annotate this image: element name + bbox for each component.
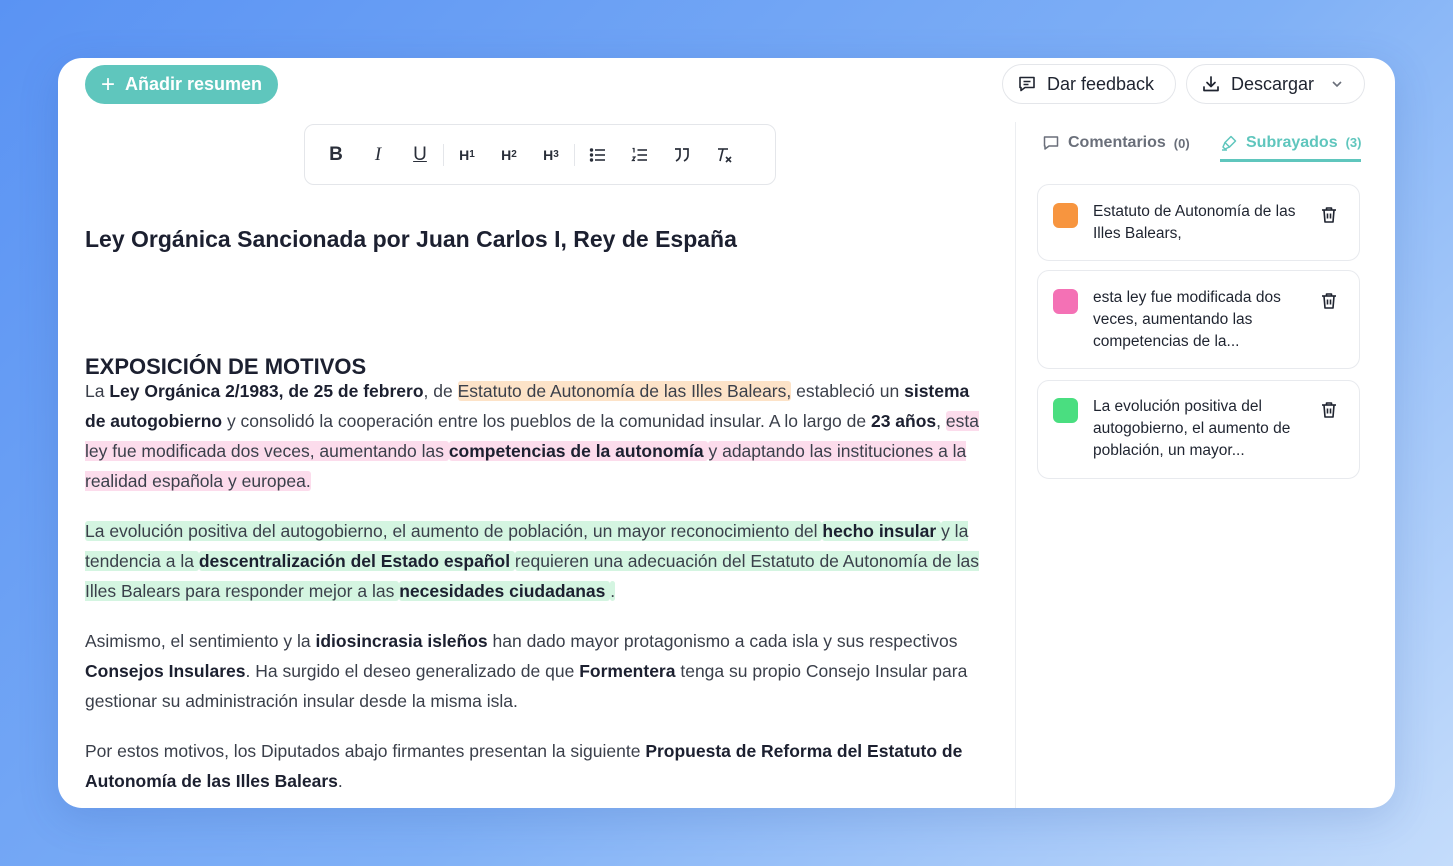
paragraph: Asimismo, el sentimiento y la idiosincra… [85, 631, 968, 711]
tab-count: (3) [1345, 135, 1362, 150]
highlight-green[interactable]: necesidades ciudadanas [399, 581, 611, 601]
highlight-green[interactable]: hecho insular [822, 521, 942, 541]
format-toolbar: B I U H1 H2 H3 [304, 124, 776, 185]
paragraph: La evolución positiva del autogobierno, … [85, 516, 990, 606]
feedback-label: Dar feedback [1047, 73, 1155, 94]
clear-format-icon [718, 147, 732, 163]
tab-highlights[interactable]: Subrayados (3) [1220, 126, 1362, 162]
numbered-list-icon [631, 147, 647, 161]
tab-comments[interactable]: Comentarios (0) [1042, 126, 1190, 160]
comment-icon [1043, 136, 1059, 150]
highlight-pink[interactable]: competencias de la autonomía [448, 441, 709, 461]
plus-icon: + [101, 70, 116, 98]
message-icon [1019, 76, 1035, 92]
trash-icon[interactable] [1319, 400, 1339, 420]
italic-button[interactable]: I [357, 134, 399, 176]
toolbar-divider [574, 143, 575, 166]
bullet-list-button[interactable] [577, 134, 619, 176]
editor-card: + Añadir resumen Dar feedback Descargar … [58, 58, 1395, 808]
sidebar: Comentarios (0) Subrayados (3) Estatuto … [1015, 122, 1395, 808]
document-title: Ley Orgánica Sancionada por Juan Carlos … [85, 226, 737, 252]
highlight-text: La evolución positiva del autogobierno, … [1093, 398, 1291, 459]
tab-count: (0) [1173, 135, 1190, 151]
highlight-text: Estatuto de Autonomía de las Illes Balea… [1093, 203, 1296, 242]
download-icon [1203, 76, 1219, 92]
color-swatch [1053, 289, 1078, 314]
add-summary-button[interactable]: + Añadir resumen [85, 65, 279, 104]
trash-icon[interactable] [1319, 291, 1339, 311]
download-label: Descargar [1231, 73, 1315, 94]
trash-icon[interactable] [1319, 205, 1339, 225]
paragraph: Por estos motivos, los Diputados abajo f… [85, 741, 963, 791]
color-swatch [1053, 203, 1078, 228]
highlight-card[interactable]: esta ley fue modificada dos veces, aumen… [1037, 270, 1360, 369]
bullet-list-icon [589, 147, 605, 162]
bold-button[interactable]: B [315, 134, 357, 176]
highlight-orange[interactable]: Estatuto de Autonomía de las Illes Balea… [457, 381, 792, 401]
highlight-card[interactable]: La evolución positiva del autogobierno, … [1037, 380, 1360, 479]
feedback-button[interactable]: Dar feedback [1002, 64, 1176, 104]
color-swatch [1053, 398, 1078, 423]
quote-icon [675, 147, 689, 162]
highlight-green[interactable]: La evolución positiva del autogobierno, … [85, 521, 823, 541]
download-button[interactable]: Descargar [1186, 64, 1365, 104]
heading-3-button[interactable]: H3 [530, 134, 572, 176]
clear-format-button[interactable] [703, 134, 745, 176]
quote-button[interactable] [661, 134, 703, 176]
heading-2-button[interactable]: H2 [488, 134, 530, 176]
toolbar-divider [443, 143, 444, 166]
paragraph: La Ley Orgánica 2/1983, de 25 de febrero… [85, 381, 979, 491]
highlighter-icon [1222, 135, 1237, 151]
add-summary-label: Añadir resumen [125, 74, 263, 94]
underline-button[interactable]: U [399, 134, 441, 176]
highlight-card[interactable]: Estatuto de Autonomía de las Illes Balea… [1037, 184, 1360, 261]
highlight-green[interactable]: . [610, 581, 616, 601]
highlight-text: esta ley fue modificada dos veces, aumen… [1093, 289, 1281, 350]
heading-1-button[interactable]: H1 [446, 134, 488, 176]
highlight-green[interactable]: descentralización del Estado español [198, 551, 515, 571]
chevron-down-icon [1332, 81, 1342, 88]
numbered-list-button[interactable] [619, 134, 661, 176]
